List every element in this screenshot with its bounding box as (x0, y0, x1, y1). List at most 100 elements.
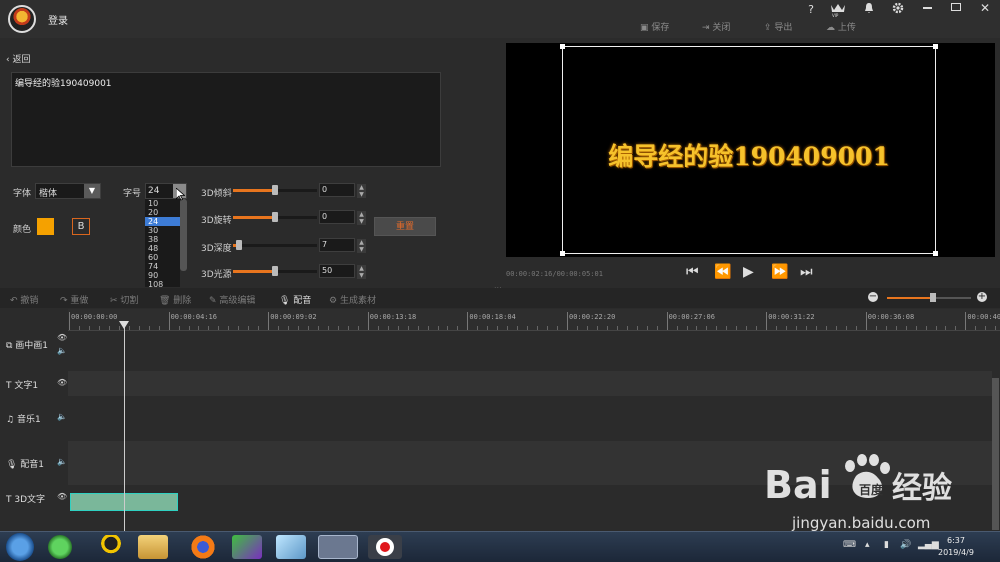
resize-handle[interactable] (933, 44, 938, 49)
firefox-icon[interactable] (188, 535, 218, 559)
ruler-tick-label: 00:00:22:20 (569, 313, 616, 321)
size-option[interactable]: 10 (145, 199, 180, 208)
text-content-input[interactable]: 编导经的验190409001 (11, 72, 441, 167)
track-label-music[interactable]: ♫ 音乐1 (6, 412, 41, 425)
record-button-icon[interactable] (368, 535, 402, 559)
generate-material-button[interactable]: ⚙ 生成素材 (329, 293, 376, 306)
font-select[interactable]: 楷体 ▼ (35, 183, 101, 199)
slider-track[interactable] (233, 266, 317, 276)
slider-track[interactable] (233, 185, 317, 195)
slider-track[interactable] (233, 212, 317, 222)
delete-button[interactable]: 🗑 删除 (159, 293, 191, 306)
zoom-slider-knob[interactable] (930, 293, 936, 302)
eye-icon[interactable]: 👁 (57, 378, 67, 387)
size-option[interactable]: 90 (145, 271, 180, 280)
skip-to-start-icon[interactable]: ⏮ (686, 264, 699, 280)
gear-icon[interactable] (892, 2, 904, 17)
spinner-arrows-icon[interactable]: ▲ ▼ (357, 211, 366, 225)
zoom-in-icon[interactable]: + (977, 292, 987, 302)
size-option[interactable]: 60 (145, 253, 180, 262)
eye-icon[interactable]: 👁 (57, 492, 67, 501)
battery-icon[interactable]: ▮ (884, 540, 889, 550)
vip-icon[interactable]: VIP (830, 2, 846, 18)
volume-icon[interactable]: 🔊 (900, 540, 911, 550)
upload-button[interactable]: ☁ 上传 (826, 20, 856, 33)
track-label-pip[interactable]: ⧉ 画中画1 (6, 338, 48, 351)
track-label-text[interactable]: T 文字1 (6, 378, 38, 391)
restore-icon[interactable] (951, 3, 961, 11)
reset-button[interactable]: 重置 (374, 217, 436, 236)
export-button[interactable]: ⇪ 导出 (764, 20, 792, 33)
dub-button[interactable]: 🎙 配音 (279, 293, 311, 306)
chevron-down-icon[interactable]: ▼ (84, 184, 100, 198)
resize-handle[interactable] (560, 44, 565, 49)
login-link[interactable]: 登录 (48, 12, 68, 27)
slider-value-input[interactable]: 7 ▲ ▼ (319, 238, 366, 253)
color-swatch[interactable] (37, 218, 54, 235)
slider-knob[interactable] (272, 212, 278, 222)
bold-button[interactable]: B (72, 218, 90, 235)
size-option[interactable]: 24 (145, 217, 180, 226)
resize-handle[interactable] (560, 251, 565, 256)
spinner-arrows-icon[interactable]: ▲ ▼ (357, 265, 366, 279)
slider-knob[interactable] (272, 185, 278, 195)
track-lane-music[interactable] (68, 396, 992, 441)
close-button[interactable]: ⇥ 关闭 (702, 20, 730, 33)
media-app-icon[interactable] (232, 535, 262, 559)
app-360-icon[interactable] (48, 535, 72, 559)
undo-button[interactable]: ↶ 撤销 (10, 293, 38, 306)
slider-value-input[interactable]: 50 ▲ ▼ (319, 264, 366, 279)
speaker-icon[interactable]: 🔈 (57, 457, 67, 466)
save-button[interactable]: ▣ 保存 (640, 20, 669, 33)
spinner-arrows-icon[interactable]: ▲ ▼ (357, 239, 366, 253)
size-option[interactable]: 20 (145, 208, 180, 217)
qq-icon[interactable] (96, 535, 126, 559)
size-list-scrollbar[interactable] (180, 199, 187, 271)
skip-to-end-icon[interactable]: ⏭ (800, 264, 813, 280)
slider-value-input[interactable]: 0 ▲ ▼ (319, 183, 366, 198)
spinner-arrows-icon[interactable]: ▲ ▼ (357, 184, 366, 198)
back-button[interactable]: ‹ 返回 (6, 52, 30, 65)
size-option[interactable]: 30 (145, 226, 180, 235)
ruler-minor-tick (198, 326, 200, 330)
slider-knob[interactable] (272, 266, 278, 276)
video-editor-taskbar-icon[interactable] (318, 535, 358, 559)
track-lane-pip[interactable] (68, 331, 992, 371)
play-icon[interactable]: ▶ (743, 264, 754, 280)
keyboard-icon[interactable]: ⌨ (843, 540, 856, 550)
track-label-3d-text[interactable]: T 3D文字 (6, 492, 45, 505)
resize-handle[interactable] (933, 251, 938, 256)
playhead-knob[interactable] (119, 321, 129, 329)
avatar[interactable] (8, 5, 36, 33)
eye-icon[interactable]: 👁 (57, 333, 67, 342)
speaker-icon[interactable]: 🔈 (57, 346, 67, 355)
advanced-edit-button[interactable]: ✎ 高级编辑 (209, 293, 255, 306)
minimize-icon[interactable] (923, 7, 932, 9)
network-icon[interactable]: ▂▄▆ (918, 540, 939, 550)
app-icon[interactable] (276, 535, 306, 559)
slider-knob[interactable] (236, 240, 242, 250)
size-option[interactable]: 38 (145, 235, 180, 244)
tray-arrow-icon[interactable]: ▴ (865, 540, 870, 550)
close-window-icon[interactable]: ✕ (980, 1, 990, 15)
track-lane-text[interactable] (68, 371, 992, 396)
zoom-out-icon[interactable]: − (868, 292, 878, 302)
start-button[interactable] (6, 533, 34, 561)
help-icon[interactable]: ? (803, 3, 819, 16)
cut-button[interactable]: ✂ 切割 (110, 293, 138, 306)
slider-value-input[interactable]: 0 ▲ ▼ (319, 210, 366, 225)
timeline-scrollbar[interactable] (992, 378, 999, 530)
step-forward-icon[interactable]: ⏩ (771, 264, 788, 280)
preview-3d-text[interactable]: 编导经的验190409001 (562, 137, 936, 173)
speaker-icon[interactable]: 🔈 (57, 412, 67, 421)
step-back-icon[interactable]: ⏪ (714, 264, 731, 280)
redo-button[interactable]: ↷ 重做 (60, 293, 88, 306)
size-option[interactable]: 48 (145, 244, 180, 253)
system-clock[interactable]: 6:37 2019/4/9 (938, 535, 974, 559)
slider-track[interactable] (233, 240, 317, 250)
track-label-voice[interactable]: 🎙 配音1 (6, 457, 44, 470)
playhead-line[interactable] (124, 326, 125, 531)
bell-icon[interactable] (864, 2, 874, 17)
size-option[interactable]: 74 (145, 262, 180, 271)
file-explorer-icon[interactable] (138, 535, 168, 559)
